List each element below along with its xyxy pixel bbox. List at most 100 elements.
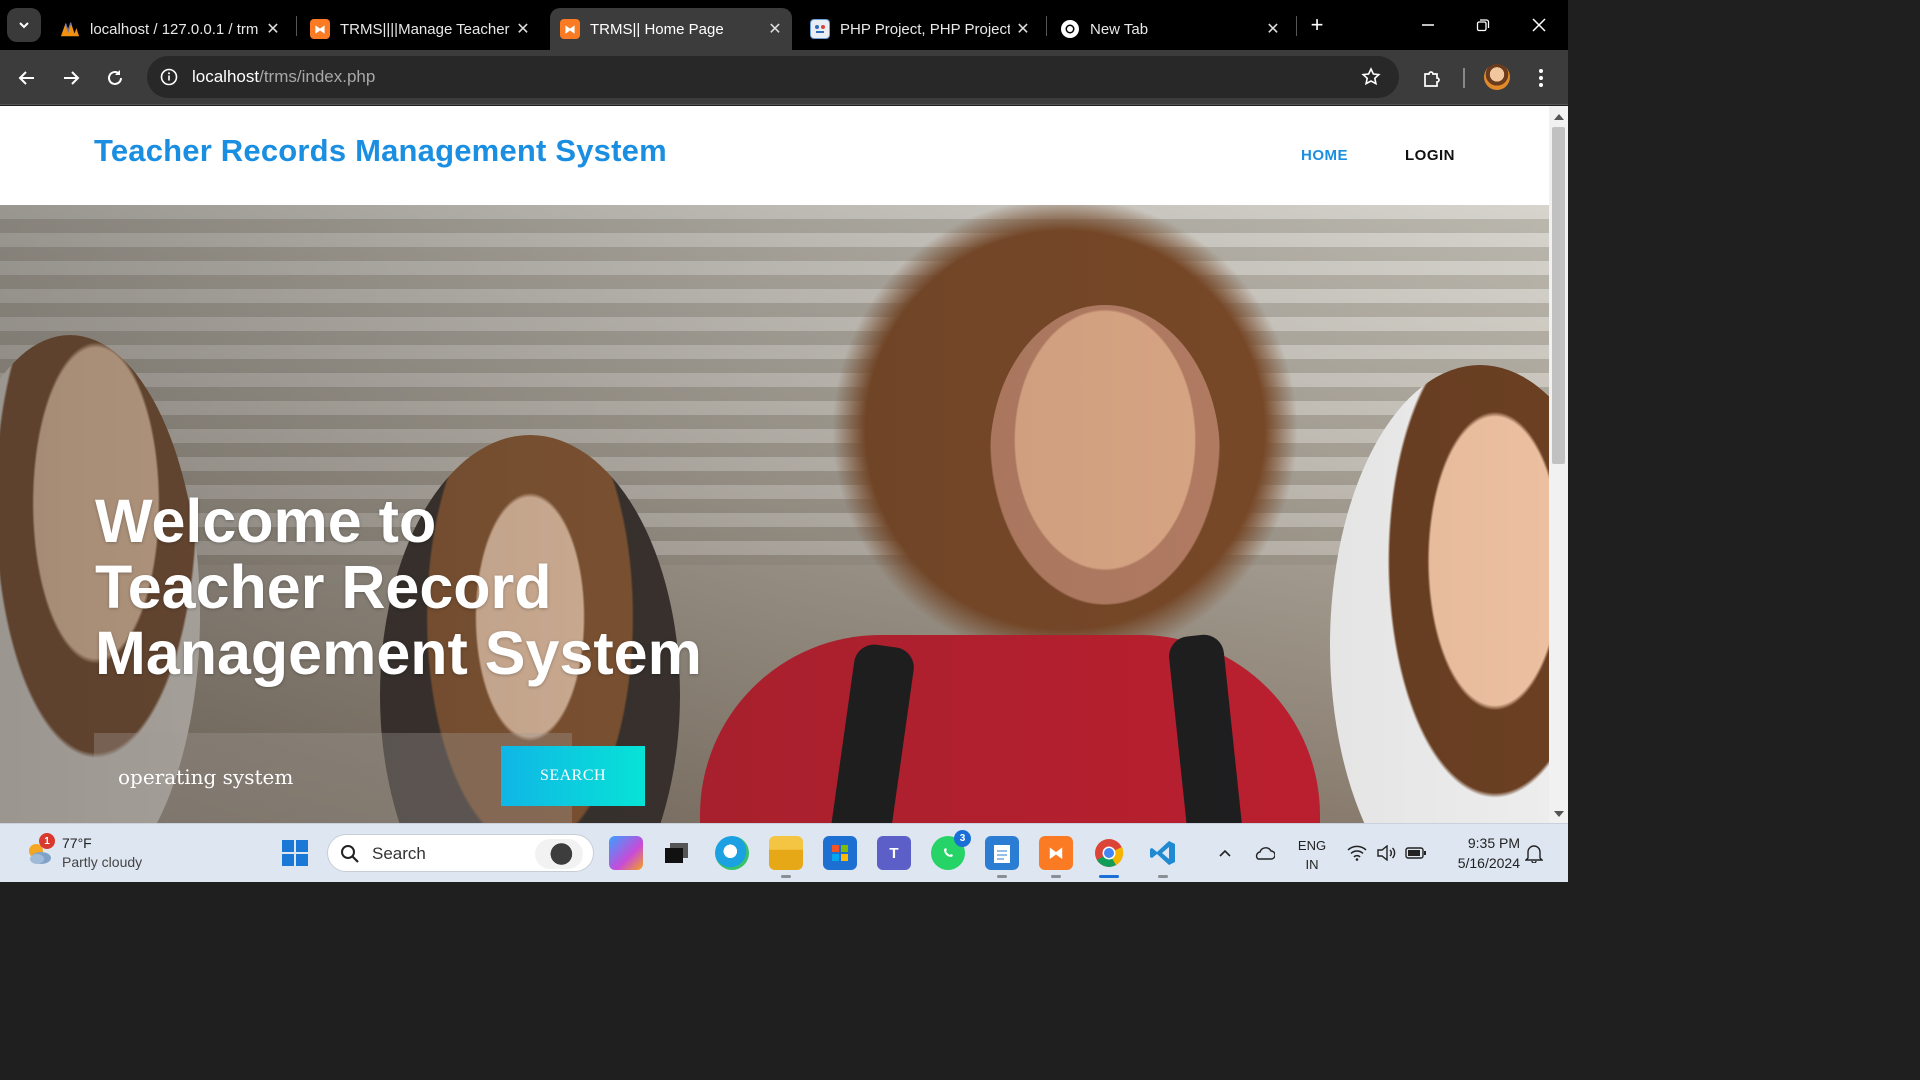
tab-separator (1046, 16, 1047, 36)
start-button[interactable] (278, 836, 312, 870)
tab-title: TRMS|| Home Page (590, 20, 724, 38)
page-scrollbar[interactable] (1549, 106, 1568, 823)
site-brand[interactable]: Teacher Records Management System (94, 133, 667, 169)
tab-title: TRMS||||Manage Teacher (340, 20, 510, 38)
minimize-button[interactable] (1408, 10, 1448, 40)
restore-icon (1476, 19, 1490, 32)
task-view-icon[interactable] (660, 836, 694, 870)
whatsapp-app-icon[interactable]: 3 (931, 830, 971, 870)
hero-heading-line: Welcome to (95, 487, 437, 555)
close-icon[interactable]: ✕ (1010, 19, 1036, 39)
hero-banner: Welcome to Teacher Record Management Sys… (0, 205, 1549, 823)
wifi-icon[interactable] (1346, 842, 1368, 864)
address-bar[interactable]: localhost/trms/index.php (147, 56, 1399, 98)
windows-taskbar: 1 77°F Partly cloudy Search T 3 ⧓ ENG IN… (0, 823, 1568, 882)
notification-bell-icon[interactable] (1523, 842, 1545, 864)
back-button[interactable] (11, 62, 43, 94)
teams-app-icon[interactable]: T (877, 836, 911, 870)
tab-search-button[interactable] (7, 8, 41, 42)
kebab-menu-icon (1539, 69, 1543, 87)
chevron-up-icon[interactable] (1214, 842, 1236, 864)
taskbar-search[interactable]: Search (327, 834, 594, 872)
tab-separator (1296, 16, 1297, 36)
restore-button[interactable] (1463, 10, 1503, 40)
extensions-button[interactable] (1416, 62, 1448, 94)
tab-phpmyadmin[interactable]: localhost / 127.0.0.1 / trm ✕ (50, 8, 290, 50)
tab-home-page[interactable]: ⧓ TRMS|| Home Page ✕ (550, 8, 792, 50)
notepad-app-icon[interactable] (985, 836, 1019, 878)
phpmyadmin-icon (60, 19, 80, 39)
search-highlight-icon (535, 839, 583, 869)
hero-heading-line: Teacher Record (95, 553, 552, 621)
tab-title: PHP Project, PHP Projects (840, 20, 1010, 38)
taskbar-search-label: Search (372, 844, 426, 863)
language-indicator[interactable]: ENG IN (1297, 836, 1327, 874)
toolbar-divider (1463, 68, 1465, 88)
reload-button[interactable] (99, 62, 131, 94)
windows-logo-icon (282, 840, 308, 866)
puzzle-icon (1424, 71, 1440, 87)
weather-temp: 77°F (62, 835, 92, 851)
system-clock[interactable]: 9:35 PM 5/16/2024 (1440, 833, 1520, 873)
copilot-app-icon[interactable] (609, 836, 643, 870)
tab-new-tab[interactable]: New Tab ✕ (1050, 8, 1290, 50)
nav-home-link[interactable]: HOME (1301, 147, 1348, 164)
tab-manage-teacher[interactable]: ⧓ TRMS||||Manage Teacher ✕ (300, 8, 540, 50)
search-icon (341, 845, 359, 863)
close-window-button[interactable] (1519, 10, 1559, 40)
arrow-right-icon (64, 71, 80, 85)
scroll-down-arrow-icon[interactable] (1554, 811, 1564, 817)
region-code: IN (1305, 857, 1319, 872)
onedrive-cloud-icon[interactable] (1253, 842, 1275, 864)
forward-button[interactable] (55, 62, 87, 94)
profile-avatar[interactable] (1484, 64, 1510, 90)
microsoft-store-icon[interactable] (823, 836, 857, 870)
chrome-app-icon[interactable] (1092, 836, 1126, 878)
browser-tabstrip: localhost / 127.0.0.1 / trm ✕ ⧓ TRMS||||… (0, 0, 1568, 50)
chevron-down-icon (19, 22, 29, 29)
file-explorer-icon[interactable] (769, 836, 803, 878)
xampp-icon: ⧓ (560, 19, 580, 39)
volume-icon[interactable] (1375, 842, 1397, 864)
close-icon[interactable]: ✕ (762, 19, 788, 39)
plus-icon: + (1310, 12, 1324, 37)
web-page: Teacher Records Management System HOME L… (0, 106, 1549, 823)
site-header: Teacher Records Management System HOME L… (0, 106, 1549, 205)
weather-widget[interactable]: 1 77°F Partly cloudy (20, 833, 220, 875)
new-tab-button[interactable]: + (1304, 12, 1330, 38)
url-host: localhost (192, 67, 260, 86)
reload-icon (108, 70, 122, 85)
hero-heading-line: Management System (95, 619, 702, 687)
tab-php-projects[interactable]: PHP Project, PHP Projects ✕ (800, 8, 1040, 50)
chrome-icon (1060, 19, 1080, 39)
menu-button[interactable] (1525, 62, 1557, 94)
arrow-left-icon (18, 71, 34, 85)
clock-time: 9:35 PM (1467, 835, 1520, 851)
vscode-app-icon[interactable] (1146, 836, 1180, 878)
language-code: ENG (1297, 838, 1327, 853)
tab-title: localhost / 127.0.0.1 / trm (90, 20, 259, 38)
scrollbar-thumb[interactable] (1552, 127, 1565, 464)
hero-heading: Welcome to Teacher Record Management Sys… (95, 488, 875, 686)
xampp-app-icon[interactable]: ⧓ (1039, 836, 1073, 878)
close-icon[interactable]: ✕ (1260, 19, 1286, 39)
tab-separator (296, 16, 297, 36)
edge-app-icon[interactable] (715, 836, 749, 870)
nav-login-link[interactable]: LOGIN (1405, 147, 1455, 164)
url-text[interactable]: localhost/trms/index.php (192, 67, 375, 87)
close-icon (1532, 18, 1546, 32)
browser-toolbar: localhost/trms/index.php (0, 50, 1568, 105)
close-icon[interactable]: ✕ (510, 19, 536, 39)
bookmark-star-icon[interactable] (1359, 65, 1383, 89)
url-path: /trms/index.php (259, 67, 376, 86)
site-info-icon[interactable] (157, 65, 181, 89)
xampp-icon: ⧓ (310, 19, 330, 39)
search-input[interactable] (118, 757, 458, 797)
scroll-up-arrow-icon[interactable] (1554, 114, 1564, 120)
clock-date: 5/16/2024 (1457, 855, 1520, 871)
battery-icon[interactable] (1405, 842, 1427, 864)
site-icon (810, 19, 830, 39)
close-icon[interactable]: ✕ (260, 19, 286, 39)
weather-badge: 1 (39, 833, 55, 849)
search-button[interactable]: SEARCH (501, 746, 645, 806)
